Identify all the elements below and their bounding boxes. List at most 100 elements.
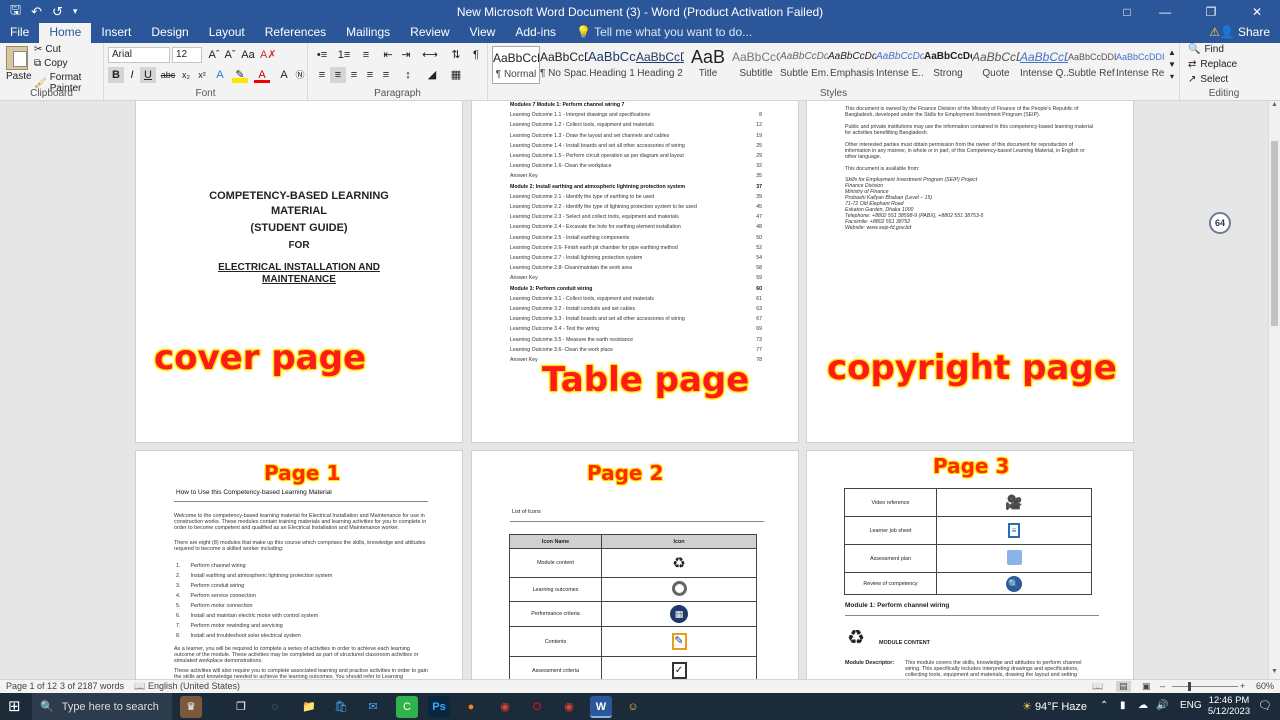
chrome-profile-icon[interactable]: ◉ [558, 696, 580, 718]
restore-button[interactable]: ❐ [1188, 5, 1234, 19]
opera-icon[interactable]: O [526, 696, 548, 718]
scrollbar-thumb[interactable] [1271, 141, 1278, 326]
document-area[interactable]: COMPETENCY-BASED LEARNING MATERIAL (STUD… [0, 101, 1268, 679]
tab-references[interactable]: References [255, 23, 336, 43]
show-formatting-icon[interactable]: ¶ [468, 47, 484, 63]
style-no-spacing[interactable]: AaBbCcDı ¶ No Spac... [540, 46, 588, 84]
customize-qat-icon[interactable]: ▾ [73, 6, 78, 17]
styles-more-icon[interactable]: ▾ [1164, 69, 1180, 85]
toc-entry[interactable]: Learning Outcome 2.2 - Identify the type… [510, 204, 762, 210]
undo-icon[interactable]: ↶ [31, 4, 42, 20]
cover-page[interactable]: COMPETENCY-BASED LEARNING MATERIAL (STUD… [135, 101, 463, 443]
style-intense-quote[interactable]: AaBbCcD Intense Q... [1020, 46, 1068, 84]
bullets-icon[interactable]: •≡ [314, 47, 330, 63]
language-indicator[interactable]: English (United States) [148, 681, 240, 691]
align-left-icon[interactable]: ≡ [314, 67, 330, 83]
enclose-characters-icon[interactable]: Ⓝ [292, 67, 308, 83]
strikethrough-button[interactable]: abc [160, 67, 176, 83]
numbering-icon[interactable]: 1≡ [336, 47, 352, 63]
table-of-contents-page[interactable]: Answer Key 78 Learning Outcome 3.6- Clean … [471, 101, 799, 443]
style-emphasis[interactable]: AaBbCcDdi Emphasis [828, 46, 876, 84]
clock[interactable]: 12:46 PM 5/12/2023 [1206, 695, 1252, 717]
word-app-icon[interactable]: W [590, 696, 612, 718]
tab-review[interactable]: Review [400, 23, 459, 43]
proofing-icon[interactable]: 📖 [134, 681, 145, 692]
toc-entry[interactable]: Learning Outcome 3.6- Clean the work pla… [510, 347, 762, 353]
tab-layout[interactable]: Layout [199, 23, 255, 43]
style-subtle-emphasis[interactable]: AaBbCcDdi Subtle Em... [780, 46, 828, 84]
align-center-icon[interactable]: ≡ [330, 67, 346, 83]
tab-mailings[interactable]: Mailings [336, 23, 400, 43]
tab-view[interactable]: View [460, 23, 506, 43]
style-subtitle[interactable]: AaBbCcC Subtitle [732, 46, 780, 84]
volume-icon[interactable]: 🔊 [1156, 700, 1168, 711]
minimize-button[interactable]: — [1142, 5, 1188, 19]
zoom-slider[interactable] [1172, 686, 1238, 687]
tab-insert[interactable]: Insert [91, 23, 141, 43]
print-layout-icon[interactable]: ▤ [1116, 681, 1131, 692]
toc-entry[interactable]: Learning Outcome 1.2 - Collect tools, eq… [510, 122, 762, 128]
toc-entry[interactable]: Learning Outcome 2.4 - Excavate the hole… [510, 224, 762, 230]
windows-start-icon[interactable]: ⊞ [8, 697, 21, 715]
change-case-icon[interactable]: Aa [240, 47, 256, 63]
page-count[interactable]: Page 1 of 12 [6, 681, 57, 691]
style-normal[interactable]: AaBbCcDı ¶ Normal [492, 46, 540, 84]
read-mode-icon[interactable]: 📖 [1092, 681, 1103, 692]
notifications-icon[interactable]: 🗨 [1258, 699, 1272, 712]
word-count[interactable]: 3 of 2187 words [60, 681, 124, 691]
task-view-icon[interactable]: ❐ [230, 696, 252, 718]
edge-browser-icon[interactable]: ◌ [264, 696, 286, 718]
toc-entry[interactable]: Learning Outcome 1.1 - Interpret drawing… [510, 112, 762, 118]
decrease-indent-icon[interactable]: ⇤ [380, 47, 396, 63]
toc-entry[interactable]: Learning Outcome 2.1 - Identify the type… [510, 194, 762, 200]
web-layout-icon[interactable]: ▣ [1142, 681, 1151, 692]
people-app-icon[interactable]: ♛ [180, 696, 202, 718]
tab-design[interactable]: Design [141, 23, 198, 43]
toc-entry[interactable]: Module 2: Install earthing and atmospher… [510, 184, 762, 190]
chrome-icon[interactable]: ◉ [494, 696, 516, 718]
zoom-level[interactable]: 60% [1256, 681, 1274, 691]
taskbar-search-box[interactable]: 🔍 Type here to search [32, 693, 172, 720]
toc-entry[interactable]: Answer Key 59 [510, 275, 762, 281]
multilevel-list-icon[interactable]: ≡ [358, 47, 374, 63]
justify-icon[interactable]: ≡ [362, 67, 378, 83]
style-subtle-reference[interactable]: AaBbCcDDE Subtle Ref... [1068, 46, 1116, 84]
toc-entry[interactable]: Learning Outcome 2.6- Finish earth pit c… [510, 245, 762, 251]
subscript-button[interactable]: x₂ [178, 67, 194, 83]
share-button[interactable]: 👤 Share [1220, 25, 1270, 39]
game-app-icon[interactable]: ☺ [622, 696, 644, 718]
style-strong[interactable]: AaBbCcDdl Strong [924, 46, 972, 84]
scroll-down-icon[interactable]: ▼ [1269, 668, 1280, 679]
highlight-icon[interactable]: ✎ [232, 67, 248, 83]
close-button[interactable]: ✕ [1234, 5, 1280, 19]
toc-entry[interactable]: Answer Key 35 [510, 173, 762, 179]
page-1[interactable]: Page 1 How to Use this Competency-based … [135, 450, 463, 679]
ribbon-display-options-icon[interactable]: □ [1112, 5, 1142, 19]
style-heading-1[interactable]: AaBbCcI Heading 1 [588, 46, 636, 84]
bold-button[interactable]: B [108, 67, 124, 83]
toc-entry[interactable]: Learning Outcome 1.6- Clean the workplac… [510, 163, 762, 169]
toc-entry[interactable]: Learning Outcome 1.5 - Perform circuit o… [510, 153, 762, 159]
line-spacing-icon[interactable]: ↕ [400, 67, 416, 83]
page-3[interactable]: Page 3 Video reference 🎥 Learner job she… [806, 450, 1134, 679]
firefox-icon[interactable]: ● [460, 696, 482, 718]
copyright-page[interactable]: This document is owned by the Finance Di… [806, 101, 1231, 443]
borders-icon[interactable]: ▦ [448, 67, 464, 83]
style-heading-2[interactable]: AaBbCcD Heading 2 [636, 46, 684, 84]
select-button[interactable]: ↗ Select [1188, 74, 1228, 85]
weather-widget[interactable]: ☀ 94°F Haze [1022, 700, 1087, 713]
toc-entry[interactable]: Learning Outcome 3.4 - Test the wiring 69 [510, 326, 762, 332]
comment-count-badge[interactable]: 64 [1209, 212, 1231, 234]
find-button[interactable]: 🔍 Find [1188, 44, 1224, 55]
distribute-icon[interactable]: ≡ [378, 67, 394, 83]
photoshop-icon[interactable]: Ps [428, 696, 450, 718]
toc-entry[interactable]: Learning Outcome 2.3 - Select and collec… [510, 214, 762, 220]
input-language[interactable]: ENG [1180, 700, 1202, 711]
toc-entry[interactable]: Learning Outcome 3.5 - Measure the earth… [510, 337, 762, 343]
font-color-icon[interactable]: A [254, 67, 270, 83]
file-explorer-icon[interactable]: 📁 [298, 696, 320, 718]
redo-icon[interactable]: ↺ [52, 4, 63, 20]
toc-entry[interactable]: Module 3: Perform conduit wiring 60 [510, 286, 762, 292]
toc-entry[interactable]: Learning Outcome 1.3 - Draw the layout a… [510, 133, 762, 139]
scroll-up-icon[interactable]: ▲ [1269, 101, 1280, 112]
